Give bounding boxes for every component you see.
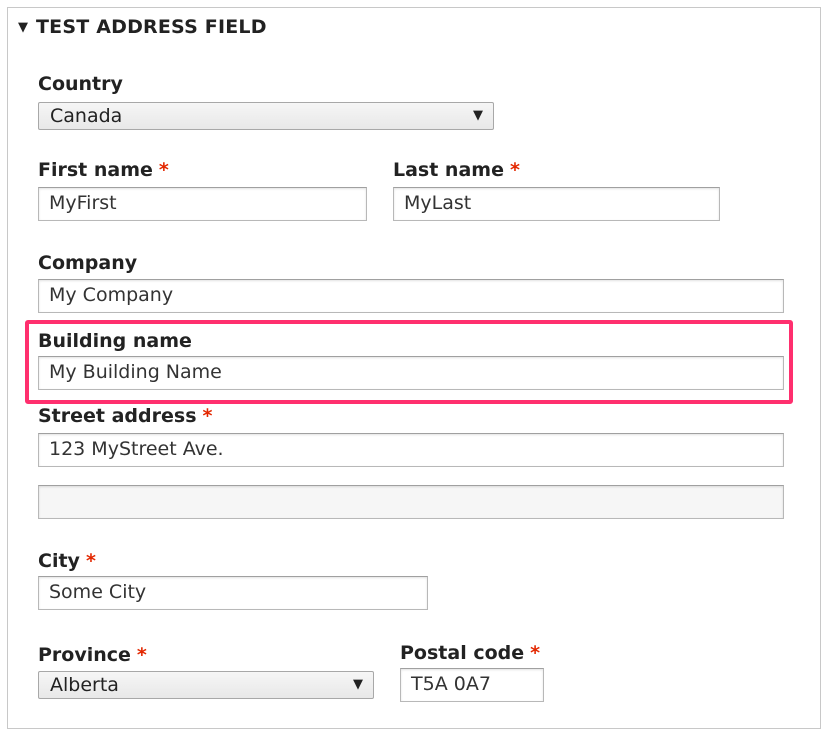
country-select-value: Canada xyxy=(50,105,123,127)
province-select[interactable]: Alberta ▼ xyxy=(38,671,374,699)
fieldset-title: TEST ADDRESS FIELD xyxy=(36,16,267,38)
postal-code-label-text: Postal code xyxy=(400,642,525,664)
city-label: City * xyxy=(38,549,96,573)
required-marker: * xyxy=(202,405,213,427)
postal-code-label: Postal code * xyxy=(400,641,540,665)
street-address-line2-field[interactable] xyxy=(38,485,784,519)
building-name-field[interactable]: My Building Name xyxy=(38,356,784,390)
city-field[interactable]: Some City xyxy=(38,576,428,610)
first-name-label-text: First name xyxy=(38,159,153,181)
first-name-label: First name * xyxy=(38,158,169,182)
last-name-label: Last name * xyxy=(393,158,520,182)
required-marker: * xyxy=(85,550,96,572)
company-field[interactable]: My Company xyxy=(38,279,784,313)
company-label-text: Company xyxy=(38,252,138,274)
country-label: Country xyxy=(38,72,123,96)
street-address-label-text: Street address xyxy=(38,405,197,427)
country-select[interactable]: Canada ▼ xyxy=(38,102,494,130)
last-name-label-text: Last name xyxy=(393,159,504,181)
building-name-label: Building name xyxy=(38,329,192,353)
street-address-line1-field[interactable]: 123 MyStreet Ave. xyxy=(38,433,784,467)
country-label-text: Country xyxy=(38,73,123,95)
fieldset-legend-toggle[interactable]: ▼ TEST ADDRESS FIELD xyxy=(18,15,267,39)
collapse-triangle-icon: ▼ xyxy=(18,19,28,35)
required-marker: * xyxy=(530,642,541,664)
province-label: Province * xyxy=(38,643,147,667)
select-arrow-icon: ▼ xyxy=(353,677,363,692)
city-label-text: City xyxy=(38,550,80,572)
first-name-field[interactable]: MyFirst xyxy=(38,187,367,221)
province-label-text: Province xyxy=(38,644,131,666)
postal-code-field[interactable]: T5A 0A7 xyxy=(400,668,544,702)
building-name-label-text: Building name xyxy=(38,330,192,352)
required-marker: * xyxy=(136,644,147,666)
street-address-label: Street address * xyxy=(38,404,212,428)
province-select-value: Alberta xyxy=(50,674,119,696)
select-arrow-icon: ▼ xyxy=(473,108,483,123)
required-marker: * xyxy=(509,159,520,181)
required-marker: * xyxy=(158,159,169,181)
company-label: Company xyxy=(38,251,137,275)
last-name-field[interactable]: MyLast xyxy=(393,187,720,221)
